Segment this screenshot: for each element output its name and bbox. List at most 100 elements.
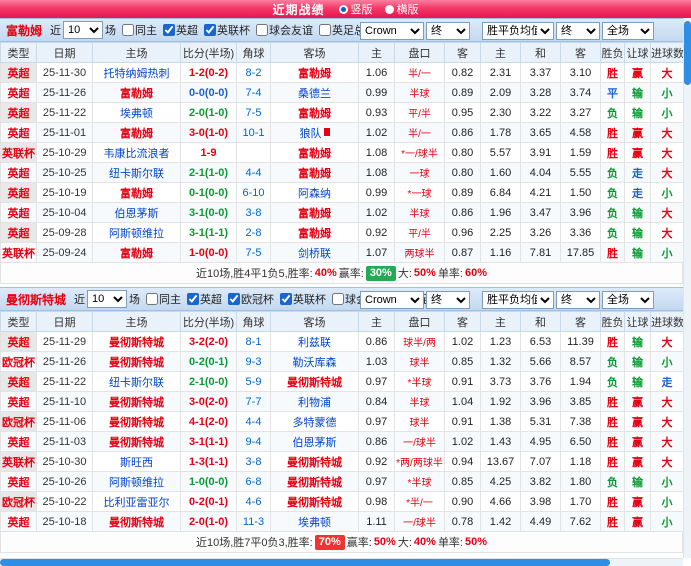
match-score[interactable]: 0-1(0-0) [180, 182, 237, 203]
away-team-link[interactable]: 勒沃库森 [293, 357, 337, 369]
match-score[interactable]: 3-1(0-0) [180, 202, 237, 223]
filter-checkbox[interactable] [228, 293, 241, 305]
vertical-scrollbar-thumb[interactable] [684, 21, 691, 85]
home-team-link[interactable]: 伯恩茅斯 [115, 208, 159, 220]
home-team-link[interactable]: 纽卡斯尔联 [109, 377, 164, 389]
home-team-link[interactable]: 阿斯顿维拉 [109, 477, 164, 489]
away-team-link[interactable]: 曼彻斯特城 [287, 477, 342, 489]
filter-checkbox[interactable] [256, 24, 269, 36]
match-count-select[interactable]: 10 [63, 21, 104, 39]
radio-icon[interactable] [384, 4, 394, 14]
match-score[interactable]: 1-3(1-1) [180, 451, 237, 472]
avg-stage-select[interactable]: 终 [556, 291, 600, 309]
team-name[interactable]: 富勒姆 [6, 22, 42, 39]
home-team-link[interactable]: 富勒姆 [120, 248, 153, 260]
away-team-link[interactable]: 富勒姆 [298, 148, 331, 160]
home-team-link[interactable]: 韦康比流浪者 [104, 148, 170, 160]
match-score[interactable]: 0-2(0-1) [180, 351, 237, 372]
match-score[interactable]: 3-1(1-1) [180, 222, 237, 243]
match-score[interactable]: 1-0(0-0) [180, 471, 237, 492]
odds-stage-select[interactable]: 终 [426, 22, 470, 40]
away-team-link[interactable]: 曼彻斯特城 [287, 457, 342, 469]
away-team-link[interactable]: 利物浦 [298, 397, 331, 409]
away-team-link[interactable]: 富勒姆 [298, 208, 331, 220]
avg-type-select[interactable]: 胜平负均值 [482, 22, 554, 40]
home-team-link[interactable]: 曼彻斯特城 [109, 397, 164, 409]
filter-checkbox[interactable] [319, 24, 332, 36]
competition-filter[interactable]: 同主 [122, 22, 157, 38]
away-team-link[interactable]: 曼彻斯特城 [287, 497, 342, 509]
avg-type-select[interactable]: 胜平负均值 [482, 291, 554, 309]
home-team-link[interactable]: 富勒姆 [120, 88, 153, 100]
home-team-link[interactable]: 托特纳姆热刺 [104, 68, 170, 80]
match-score[interactable]: 2-0(1-0) [180, 102, 237, 123]
match-score[interactable]: 0-0(0-0) [180, 82, 237, 103]
competition-filter[interactable]: 球会友谊 [256, 22, 313, 38]
filter-checkbox[interactable] [146, 293, 159, 305]
layout-option[interactable]: 竖版 [338, 1, 373, 17]
home-team-link[interactable]: 曼彻斯特城 [109, 517, 164, 529]
filter-checkbox[interactable] [122, 24, 135, 36]
away-team-link[interactable]: 埃弗顿 [298, 517, 331, 529]
horizontal-scrollbar-thumb[interactable] [0, 559, 610, 566]
match-score[interactable]: 3-0(1-0) [180, 122, 237, 143]
filter-checkbox[interactable] [163, 24, 176, 36]
home-team-link[interactable]: 埃弗顿 [120, 108, 153, 120]
home-team-link[interactable]: 阿斯顿维拉 [109, 228, 164, 240]
away-team-link[interactable]: 富勒姆 [298, 168, 331, 180]
match-score[interactable]: 4-1(2-0) [180, 411, 237, 432]
away-team-link[interactable]: 富勒姆 [298, 68, 331, 80]
home-team-link[interactable]: 曼彻斯特城 [109, 357, 164, 369]
away-team-link[interactable]: 剑桥联 [298, 248, 331, 260]
match-score[interactable]: 1-0(0-0) [180, 242, 237, 263]
home-team-link[interactable]: 纽卡斯尔联 [109, 168, 164, 180]
away-team-link[interactable]: 曼彻斯特城 [287, 377, 342, 389]
scope-select[interactable]: 全场 [602, 22, 654, 40]
competition-filter[interactable]: 英超 [187, 291, 222, 307]
filter-checkbox[interactable] [187, 293, 200, 305]
match-score[interactable]: 2-0(1-0) [180, 511, 237, 532]
home-team-link[interactable]: 曼彻斯特城 [109, 417, 164, 429]
competition-filter[interactable]: 英超 [163, 22, 198, 38]
home-team-link[interactable]: 斯旺西 [120, 457, 153, 469]
away-team-link[interactable]: 富勒姆 [298, 108, 331, 120]
radio-selected-icon[interactable] [338, 4, 348, 14]
home-team-link[interactable]: 比利亚雷亚尔 [104, 497, 170, 509]
layout-option[interactable]: 横版 [384, 1, 419, 17]
filter-checkbox[interactable] [332, 293, 345, 305]
competition-filter[interactable]: 英联杯 [280, 291, 326, 307]
match-score[interactable]: 3-0(2-0) [180, 391, 237, 412]
filter-checkbox[interactable] [280, 293, 293, 305]
away-team-link[interactable]: 利兹联 [298, 337, 331, 349]
home-team-link[interactable]: 曼彻斯特城 [109, 437, 164, 449]
horizontal-scrollbar[interactable] [0, 558, 683, 566]
competition-filter[interactable]: 英联杯 [204, 22, 250, 38]
scope-select[interactable]: 全场 [602, 291, 654, 309]
match-score[interactable]: 3-2(2-0) [180, 331, 237, 352]
team-name[interactable]: 曼彻斯特城 [6, 291, 66, 308]
match-score[interactable]: 1-9 [180, 142, 237, 163]
competition-filter[interactable]: 同主 [146, 291, 181, 307]
match-score[interactable]: 0-2(0-1) [180, 491, 237, 512]
away-team-link[interactable]: 狼队 [300, 128, 322, 140]
bookmaker-select[interactable]: Crown [360, 291, 424, 309]
competition-filter[interactable]: 欧冠杯 [228, 291, 274, 307]
match-score[interactable]: 2-1(1-0) [180, 162, 237, 183]
away-team-link[interactable]: 多特蒙德 [293, 417, 337, 429]
bookmaker-select[interactable]: Crown [360, 22, 424, 40]
match-score[interactable]: 3-1(1-1) [180, 431, 237, 452]
match-count-select[interactable]: 10 [87, 290, 128, 308]
away-team-link[interactable]: 桑德兰 [298, 88, 331, 100]
home-team-link[interactable]: 富勒姆 [120, 128, 153, 140]
away-team-link[interactable]: 伯恩茅斯 [293, 437, 337, 449]
home-team-link[interactable]: 富勒姆 [120, 188, 153, 200]
filter-checkbox[interactable] [204, 24, 217, 36]
odds-stage-select[interactable]: 终 [426, 291, 470, 309]
match-score[interactable]: 2-1(0-0) [180, 371, 237, 392]
home-team-link[interactable]: 曼彻斯特城 [109, 337, 164, 349]
avg-stage-select[interactable]: 终 [556, 22, 600, 40]
vertical-scrollbar[interactable] [683, 18, 691, 558]
away-team-link[interactable]: 阿森纳 [298, 188, 331, 200]
match-score[interactable]: 1-2(0-2) [180, 62, 237, 83]
away-team-link[interactable]: 富勒姆 [298, 228, 331, 240]
